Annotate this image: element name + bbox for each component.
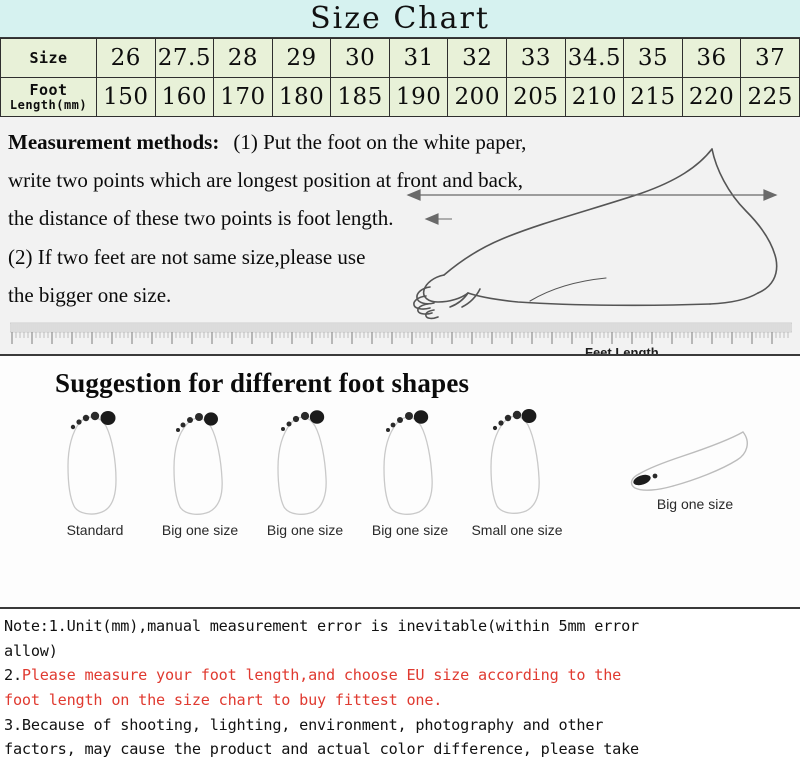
foot-shape-caption: Big one size [656,496,734,512]
foot-length-cell: 210 [564,77,625,117]
note-1-text: Unit(mm),manual measurement error is ine… [66,617,640,635]
note-2-text: Please measure your foot length,and choo… [21,666,622,685]
size-table: Size 26 27.5 28 29 30 31 32 33 34.5 35 3… [0,38,800,117]
suggestion-section: Suggestion for different foot shapes Sta… [0,356,800,609]
feet-length-label: Feet Length [585,345,659,356]
foot-shape-side-profile: Big one size [625,426,765,522]
chart-title-bar: Size Chart [0,0,800,38]
notes-section: Note:1.Unit(mm),manual measurement error… [0,609,800,762]
suggestion-title: Suggestion for different foot shapes [55,368,470,398]
note-2-line-2: foot length on the size chart to buy fit… [4,690,443,709]
foot-length-cell: 190 [388,77,449,117]
ruler-graphic [10,322,792,344]
size-cell: 30 [330,38,390,78]
size-cell: 36 [681,38,742,78]
foot-length-cell: 150 [96,77,156,117]
foot-shape-big-2: Big one size [250,404,360,538]
note-1-number: Note:1. [4,617,67,635]
measurement-line-4: (2) If two feet are not same size,please… [8,244,366,269]
note-3-number: 3. [4,715,22,734]
foot-length-cell: 170 [213,77,273,117]
foot-shape-caption: Standard [66,522,124,538]
note-2-number: 2. [4,666,22,685]
foot-shape-caption: Big one size [371,522,449,538]
note-3-line-2: factors, may cause the product and actua… [4,740,639,759]
size-chart-page: Shop1103562206 Store Shop1103562206 Stor… [0,0,800,762]
note-1-line-2: allow) [4,641,58,660]
foot-shape-standard: Standard [40,404,150,538]
foot-length-cell: 225 [740,77,800,117]
measurement-line-1: Measurement methods: (1) Put the foot on … [8,123,648,161]
row-header-foot-length-main: Foot [29,81,68,100]
measurement-line-5: the bigger one size. [8,282,172,307]
foot-length-cell: 220 [681,77,742,117]
measurement-line-3: the distance of these two points is foot… [8,206,394,231]
measurement-section: Measurement methods: (1) Put the foot on … [0,117,800,356]
size-cell: 32 [447,38,508,78]
foot-shape-big-3: Big one size [355,404,465,538]
foot-shape-caption: Small one size [471,522,563,538]
foot-length-cell: 160 [154,77,215,117]
size-cell: 29 [271,38,332,78]
foot-length-cell: 200 [447,77,508,117]
foot-shape-big-1: Big one size [145,404,255,538]
foot-shape-caption: Big one size [161,522,239,538]
size-cell: 34.5 [564,38,625,78]
row-header-size: Size [0,38,97,78]
table-row-foot-length: Foot Length(mm) 150 160 170 180 185 190 … [0,77,800,117]
footprint-icon [383,410,433,515]
note-1-line-1: Note:1.Unit(mm),manual measurement error… [4,614,796,639]
measurement-text-block: Measurement methods: (1) Put the foot on … [8,123,648,314]
size-cell: 28 [213,38,273,78]
foot-shape-caption: Big one size [266,522,344,538]
note-2-line-1: 2.Please measure your foot length,and ch… [4,663,796,688]
note-3-line-1: 3.Because of shooting, lighting, environ… [4,713,796,738]
size-cell: 31 [388,38,449,78]
size-cell: 27.5 [154,38,215,78]
row-header-foot-length: Foot Length(mm) [0,77,97,117]
foot-shape-small: Small one size [462,404,572,538]
footprint-icon [173,412,223,515]
table-row-size: Size 26 27.5 28 29 30 31 32 33 34.5 35 3… [0,38,800,78]
foot-length-cell: 180 [271,77,332,117]
page-title: Size Chart [310,0,490,36]
foot-length-cell: 215 [623,77,683,117]
footprint-icon [67,411,117,515]
size-cell: 26 [96,38,156,78]
size-cell: 33 [506,38,566,78]
size-cell: 37 [740,38,800,78]
footprint-icon [490,409,540,514]
foot-shapes-row: Standard Big one size Big one size Big o… [0,404,800,604]
foot-length-cell: 185 [330,77,390,117]
note-3-text: Because of shooting, lighting, environme… [21,715,604,734]
row-header-foot-length-sub: Length(mm) [9,97,88,112]
footprint-icon [277,410,327,515]
foot-length-cell: 205 [506,77,566,117]
size-cell: 35 [623,38,683,78]
measurement-heading: Measurement methods: [8,130,220,154]
measurement-line-2: write two points which are longest posit… [8,168,523,193]
measurement-step-1: (1) Put the foot on the white paper, [233,130,527,154]
